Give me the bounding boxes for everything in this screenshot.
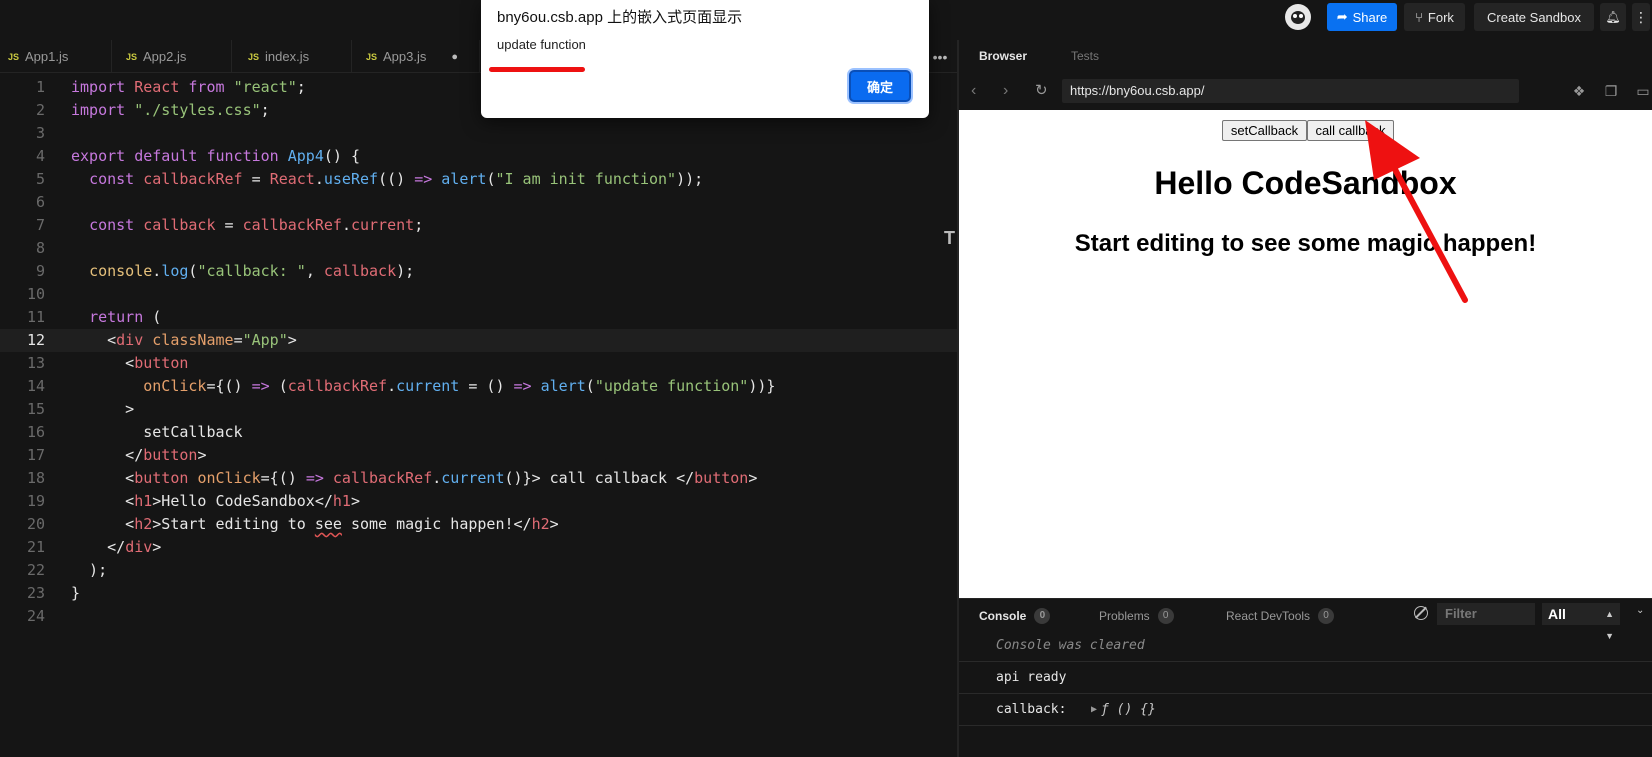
tab-label: App3.js: [383, 49, 427, 64]
tab-app3[interactable]: JS App3.js ●: [352, 40, 480, 73]
code-line: 11 return (: [26, 308, 162, 326]
tab-label: App1.js: [25, 49, 69, 64]
annotation-underline: [489, 67, 585, 72]
console-entry-text: Console was cleared: [996, 638, 1145, 653]
js-file-icon: JS: [248, 51, 260, 62]
code-line: 19 <h1>Hello CodeSandbox</h1>: [26, 492, 360, 510]
code-line: 15 >: [26, 400, 135, 418]
open-window-icon[interactable]: ▭: [1635, 83, 1651, 99]
preview-heading: Hello CodeSandbox: [1154, 165, 1457, 201]
forward-icon[interactable]: ›: [1003, 82, 1008, 100]
code-editor[interactable]: 1 import React from "react"; 2 import "./s…: [0, 73, 957, 757]
dialog-ok-label: 确定: [866, 79, 893, 95]
copy-icon[interactable]: ❐: [1603, 83, 1619, 99]
more-menu-button[interactable]: ⋮: [1632, 3, 1650, 31]
code-line: 20 <h2>Start editing to see some magic h…: [26, 515, 559, 533]
code-line: 24: [26, 607, 45, 625]
js-file-icon: JS: [366, 51, 378, 62]
code-line: 13 <button: [26, 354, 189, 372]
unsaved-dot-icon: ●: [451, 50, 459, 63]
console-entry: callback: ▶ ƒ () {}: [959, 694, 1652, 726]
tab-label: Console: [979, 609, 1027, 623]
avatar[interactable]: [1285, 4, 1311, 30]
code-line: 23}: [26, 584, 81, 602]
fork-button-label: Fork: [1427, 9, 1454, 25]
tab-label: index.js: [265, 49, 310, 64]
set-callback-button[interactable]: setCallback: [1222, 120, 1307, 141]
tab-label: App2.js: [143, 49, 187, 64]
url-input[interactable]: https://bny6ou.csb.app/: [1062, 79, 1519, 103]
annotation-arrow: [1365, 120, 1468, 303]
address-bar: ‹ › ↻ https://bny6ou.csb.app/ ❖ ❐ ▭: [959, 74, 1652, 110]
code-line: 9 console.log("callback: ", callback);: [35, 262, 415, 280]
preview-subheading: Start editing to see some magic happen!: [1074, 230, 1537, 257]
tab-react-devtools[interactable]: React DevTools 0: [1226, 608, 1335, 624]
log-level-select[interactable]: All ▲ ▼: [1542, 603, 1620, 641]
code-line: 6: [35, 193, 45, 211]
console-entry: api ready: [959, 662, 1652, 694]
create-sandbox-label: Create Sandbox: [1487, 9, 1581, 25]
count-badge: 0: [1318, 608, 1335, 624]
console-entry-label: callback:: [996, 702, 1067, 717]
notifications-button[interactable]: 🔔︎: [1600, 3, 1626, 31]
expand-triangle-icon[interactable]: ▶: [1091, 704, 1097, 715]
code-line: 22 );: [26, 561, 108, 579]
dialog-ok-button[interactable]: 确定: [849, 70, 911, 102]
tab-browser[interactable]: Browser: [979, 49, 1027, 63]
tab-label: React DevTools: [1226, 609, 1311, 623]
code-line-current: 12 <div className="App">: [0, 329, 957, 352]
code-line: 8: [35, 239, 45, 257]
console-entry-value[interactable]: ƒ () {}: [1101, 702, 1156, 717]
count-badge: 0: [1034, 608, 1051, 624]
code-line: 16 setCallback: [26, 423, 243, 441]
console-entry-text: api ready: [996, 670, 1067, 685]
count-badge: 0: [1157, 608, 1174, 624]
dialog-title: bny6ou.csb.app 上的嵌入式页面显示: [497, 9, 743, 26]
tabs-more-button[interactable]: •••: [930, 40, 950, 73]
refresh-icon[interactable]: ↻: [1035, 81, 1048, 99]
code-line: 7 const callback = callbackRef.current;: [35, 216, 424, 234]
console-filter-input[interactable]: Filter: [1437, 603, 1535, 625]
tab-problems[interactable]: Problems 0: [1099, 608, 1174, 624]
dialog-message: update function: [497, 37, 586, 52]
tab-index[interactable]: JS index.js: [232, 40, 352, 73]
console-entry: Console was cleared: [959, 630, 1652, 662]
preview-frame: setCallback call callback Hello CodeSand…: [959, 110, 1652, 598]
share-icon: ➦: [1336, 9, 1348, 24]
code-line: 21 </div>: [26, 538, 162, 556]
code-line: 14 onClick={() => (callbackRef.current =…: [26, 377, 776, 395]
tab-app2[interactable]: JS App2.js: [112, 40, 232, 73]
text-cursor-icon: T: [944, 228, 955, 248]
tab-app1[interactable]: JS App1.js: [0, 40, 112, 73]
more-horizontal-icon: •••: [932, 48, 948, 65]
codesandbox-icon[interactable]: ❖: [1571, 83, 1587, 99]
code-line: 10: [26, 285, 45, 303]
tab-console[interactable]: Console 0: [979, 608, 1051, 624]
code-line: 17 </button>: [26, 446, 207, 464]
bell-icon: 🔔︎: [1605, 10, 1621, 24]
log-level-value: All: [1548, 606, 1566, 622]
preview-tab-bar: Browser Tests: [959, 40, 1652, 74]
js-file-icon: JS: [8, 51, 20, 62]
share-button-label: Share: [1352, 9, 1388, 25]
more-vertical-icon: ⋮: [1634, 8, 1648, 25]
fork-button[interactable]: ⑂ Fork: [1404, 3, 1465, 31]
alert-dialog: bny6ou.csb.app 上的嵌入式页面显示 update function…: [481, 0, 929, 118]
code-line: 4 export default function App4() {: [35, 147, 360, 165]
back-icon[interactable]: ‹: [971, 82, 976, 100]
tab-tests[interactable]: Tests: [1071, 49, 1099, 63]
clear-console-icon[interactable]: [1414, 606, 1428, 620]
code-line: 5 const callbackRef = React.useRef(() =>…: [35, 170, 704, 188]
js-file-icon: JS: [126, 51, 138, 62]
fork-icon: ⑂: [1415, 9, 1423, 25]
code-line: 3: [35, 124, 45, 142]
chevron-down-icon[interactable]: ⌄: [1636, 605, 1644, 616]
create-sandbox-button[interactable]: Create Sandbox: [1474, 3, 1594, 31]
share-button[interactable]: ➦ Share: [1327, 3, 1397, 31]
tab-label: Problems: [1099, 609, 1150, 623]
code-line: 18 <button onClick={() => callbackRef.cu…: [26, 469, 758, 487]
